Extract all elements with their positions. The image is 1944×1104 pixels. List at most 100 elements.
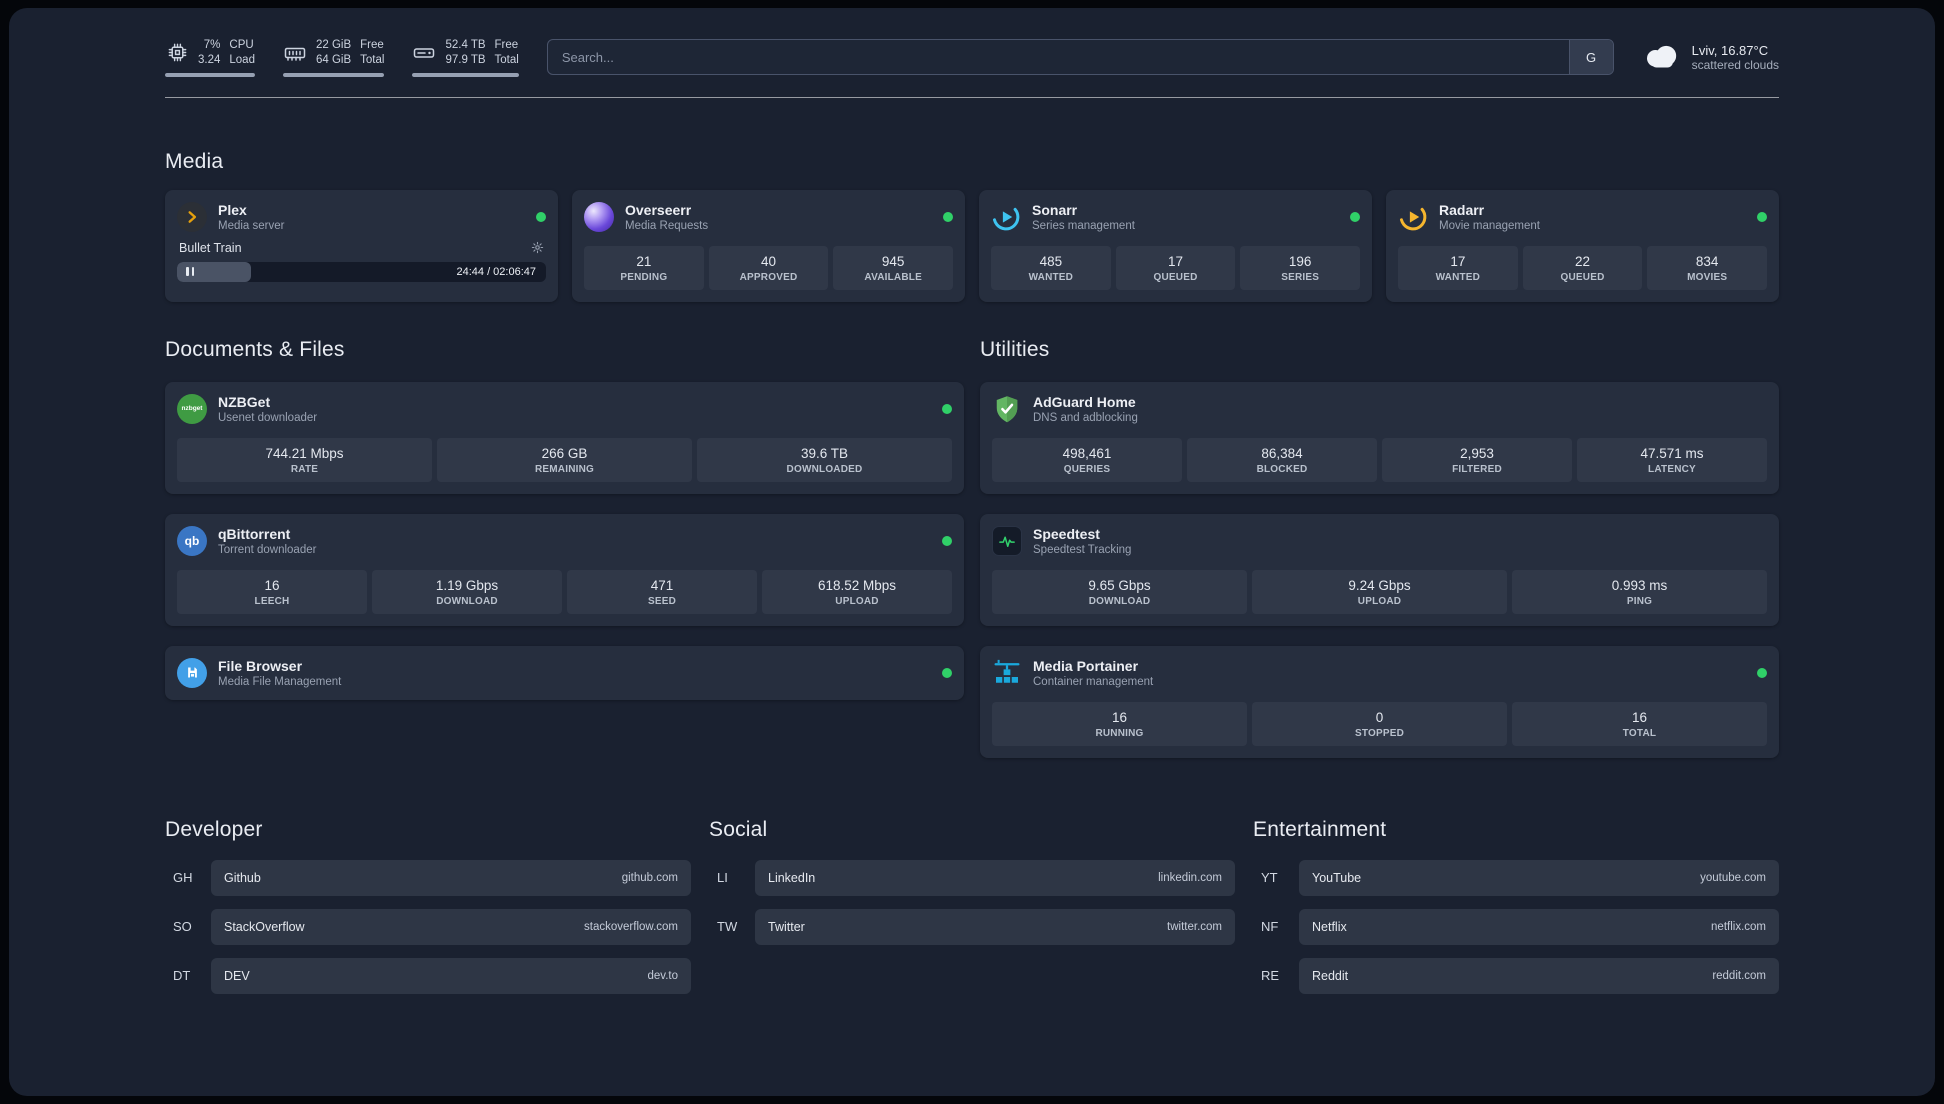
bookmark-linkedin[interactable]: LI LinkedIn linkedin.com [709,859,1235,896]
stat-value: 266 GB [541,445,588,461]
stat-value: 744.21 Mbps [265,445,344,461]
cpu-label-2: Load [229,53,255,66]
stat-stopped: 0 STOPPED [1252,701,1507,746]
service-card-speedtest[interactable]: Speedtest Speedtest Tracking 9.65 Gbps D… [980,513,1779,626]
bookmark-github[interactable]: GH Github github.com [165,859,691,896]
service-subtitle: Movie management [1439,219,1540,232]
bookmark-domain: github.com [621,871,678,884]
service-card-nzbget[interactable]: nzbget NZBGet Usenet downloader 744.21 M… [165,381,964,494]
service-title: Radarr [1439,201,1485,218]
service-title: File Browser [218,657,303,674]
bookmark-netflix[interactable]: NF Netflix netflix.com [1253,908,1779,945]
topbar: 7% 3.24 CPU Load 22 GiB 64 GiB Free Tota… [165,38,1779,77]
service-card-plex[interactable]: Plex Media server Bullet Train 24:44 / 0… [165,189,558,302]
bookmark-domain: stackoverflow.com [584,920,678,933]
bookmark-abbr: NF [1261,919,1279,935]
nzbget-icon: nzbget [177,393,207,424]
stat-label: RUNNING [1095,727,1144,739]
stat-label: STOPPED [1354,727,1404,739]
stat-wanted: 485 WANTED [991,245,1111,290]
bookmark-abbr: SO [173,919,192,935]
weather-condition: scattered clouds [1691,57,1779,72]
stat-value: 196 [1288,253,1312,269]
stat-movies: 834 MOVIES [1647,245,1768,290]
service-card-filebrowser[interactable]: File Browser Media File Management [165,645,964,700]
stat-label: PING [1626,595,1653,607]
search-input[interactable] [546,39,1614,76]
section-heading-utilities: Utilities [980,337,1050,361]
stat-label: QUEUED [1560,271,1605,283]
service-subtitle: Media File Management [218,675,342,688]
stat-label: AVAILABLE [864,271,922,283]
cpu-label-1: CPU [229,39,254,51]
stat-wanted: 17 WANTED [1398,245,1518,290]
service-subtitle: Media Requests [625,219,709,232]
portainer-icon [992,658,1022,688]
stat-label: QUEUED [1153,271,1198,283]
stat-label: WANTED [1028,271,1074,283]
memory-total: 64 GiB [315,53,352,66]
stat-value: 618.52 Mbps [817,577,897,593]
stat-label: TOTAL [1622,727,1657,739]
bookmark-domain: reddit.com [1712,969,1766,982]
stat-downloaded: 39.6 TB DOWNLOADED [697,437,952,482]
service-title: NZBGet [218,393,271,410]
section-heading-developer: Developer [165,817,263,841]
service-title: Speedtest [1033,525,1100,542]
service-subtitle: Usenet downloader [218,411,318,424]
pause-icon[interactable] [186,267,194,277]
stat-value: 16 [1111,709,1128,725]
status-dot [1757,211,1767,222]
stat-label: SERIES [1281,271,1320,283]
bookmark-abbr: YT [1261,870,1278,886]
bookmark-name: StackOverflow [224,919,305,934]
service-card-sonarr[interactable]: Sonarr Series management 485 WANTED 17 Q… [979,189,1372,302]
bookmark-reddit[interactable]: RE Reddit reddit.com [1253,957,1779,994]
service-card-overseerr[interactable]: Overseerr Media Requests 21 PENDING 40 A… [572,189,965,302]
stat-seed: 471 SEED [567,569,757,614]
status-dot [942,403,952,414]
memory-free: 22 GiB [315,39,352,51]
stat-queries: 498,461 QUERIES [992,437,1182,482]
stat-rate: 744.21 Mbps RATE [177,437,432,482]
service-subtitle: Torrent downloader [218,543,317,556]
bookmark-dev[interactable]: DT DEV dev.to [165,957,691,994]
bookmark-twitter[interactable]: TW Twitter twitter.com [709,908,1235,945]
search-provider-button[interactable]: G [1568,40,1613,75]
bookmark-group-developer: Developer GH Github github.com SO StackO… [165,818,691,994]
bookmark-stackoverflow[interactable]: SO StackOverflow stackoverflow.com [165,908,691,945]
weather-widget[interactable]: Lviv, 16.87°C scattered clouds [1642,41,1779,74]
bookmark-youtube[interactable]: YT YouTube youtube.com [1253,859,1779,896]
bookmark-abbr: RE [1261,968,1280,984]
memory-icon [283,41,307,65]
bookmark-abbr: LI [717,870,728,886]
sonarr-icon [991,202,1021,232]
bookmark-abbr: TW [717,919,738,935]
nzbget-icon-text: nzbget [181,405,203,413]
service-card-radarr[interactable]: Radarr Movie management 17 WANTED 22 QUE… [1386,189,1779,302]
stat-value: 47.571 ms [1640,445,1704,461]
service-card-adguard[interactable]: AdGuard Home DNS and adblocking 498,461 … [980,381,1779,494]
stat-value: 86,384 [1261,445,1303,461]
now-playing-widget: Bullet Train 24:44 / 02:06:47 [177,241,546,282]
disk-widget: 52.4 TB 97.9 TB Free Total [412,38,519,77]
filebrowser-icon [177,657,207,688]
service-card-portainer[interactable]: Media Portainer Container management 16 … [980,645,1779,758]
stat-value: 498,461 [1062,445,1112,461]
stat-value: 9.24 Gbps [1348,577,1411,593]
memory-label-2: Total [360,53,385,66]
stat-available: 945 AVAILABLE [833,245,954,290]
stat-value: 0.993 ms [1611,577,1668,593]
stat-label: WANTED [1435,271,1481,283]
resource-widgets: 7% 3.24 CPU Load 22 GiB 64 GiB Free Tota… [165,38,519,77]
stat-label: LATENCY [1648,463,1696,475]
service-subtitle: Speedtest Tracking [1033,543,1132,556]
stat-value: 485 [1039,253,1063,269]
stat-remaining: 266 GB REMAINING [437,437,692,482]
service-subtitle: Series management [1032,219,1135,232]
disk-total: 97.9 TB [445,53,486,66]
stat-ping: 0.993 ms PING [1512,569,1767,614]
stat-queued: 22 QUEUED [1522,245,1643,290]
service-card-qbittorrent[interactable]: qb qBittorrent Torrent downloader 16 LEE… [165,513,964,626]
gear-icon[interactable] [531,241,544,254]
